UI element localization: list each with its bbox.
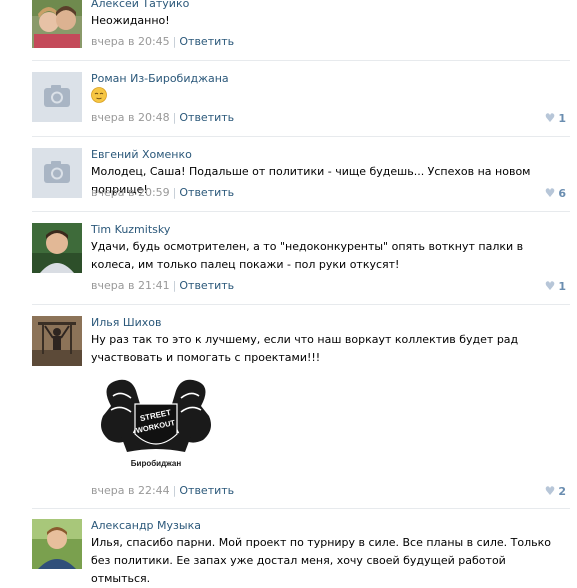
comment-time[interactable]: вчера в 20:48 xyxy=(91,111,170,124)
divider xyxy=(32,60,570,61)
comment-author[interactable]: Tim Kuzmitsky xyxy=(91,223,170,236)
logo-caption: Биробиджан xyxy=(131,459,182,468)
like-count: 6 xyxy=(558,187,566,200)
comment-meta: вчера в 21:41 | Ответить xyxy=(91,279,235,292)
heart-icon: ♥ xyxy=(544,484,556,498)
comment-meta: вчера в 20:45 | Ответить xyxy=(91,35,235,48)
reply-link[interactable]: Ответить xyxy=(179,35,234,48)
like-count: 2 xyxy=(558,485,566,498)
like-button[interactable]: ♥ 2 xyxy=(545,484,566,498)
avatar[interactable] xyxy=(32,0,82,48)
relieved-face-emoji xyxy=(91,87,107,103)
reply-link[interactable]: Ответить xyxy=(179,279,234,292)
camera-placeholder-icon[interactable] xyxy=(32,148,82,198)
divider xyxy=(32,136,570,137)
comment-meta: вчера в 20:59 | Ответить xyxy=(91,186,235,199)
comment-time[interactable]: вчера в 20:59 xyxy=(91,186,170,199)
comment-time[interactable]: вчера в 20:45 xyxy=(91,35,170,48)
reply-link[interactable]: Ответить xyxy=(179,186,234,199)
comment-item: Алексей Татуйко Неожиданно! вчера в 20:4… xyxy=(0,0,577,63)
comment-time[interactable]: вчера в 21:41 xyxy=(91,279,170,292)
comment-text: Илья, спасибо парни. Мой проект по турни… xyxy=(91,536,551,585)
divider xyxy=(32,211,570,212)
comment-author[interactable]: Роман Из-Биробиджана xyxy=(91,72,229,85)
like-button[interactable]: ♥ 1 xyxy=(545,111,566,125)
street-workout-logo[interactable]: STREET WORKOUT Биробиджан xyxy=(91,376,221,478)
reply-link[interactable]: Ответить xyxy=(179,111,234,124)
heart-icon: ♥ xyxy=(544,279,556,293)
comment-author[interactable]: Илья Шихов xyxy=(91,316,162,329)
like-button[interactable]: ♥ 6 xyxy=(545,186,566,200)
camera-placeholder-icon[interactable] xyxy=(32,72,82,122)
comment-author[interactable]: Евгений Хоменко xyxy=(91,148,192,161)
divider xyxy=(32,304,570,305)
comment-time[interactable]: вчера в 22:44 xyxy=(91,484,170,497)
comment-text: Неожиданно! xyxy=(91,14,170,27)
comment-meta: вчера в 20:48 | Ответить xyxy=(91,111,235,124)
avatar[interactable] xyxy=(32,316,82,366)
comment-author[interactable]: Александр Музыка xyxy=(91,519,201,532)
like-count: 1 xyxy=(558,112,566,125)
avatar[interactable] xyxy=(32,223,82,273)
divider xyxy=(32,508,570,509)
heart-icon: ♥ xyxy=(544,111,556,125)
comment-author[interactable]: Алексей Татуйко xyxy=(91,0,189,10)
comment-meta: вчера в 22:44 | Ответить xyxy=(91,484,235,497)
heart-icon: ♥ xyxy=(544,186,556,200)
avatar[interactable] xyxy=(32,519,82,569)
comment-text: Удачи, будь осмотрителен, а то "недоконк… xyxy=(91,240,524,271)
like-count: 1 xyxy=(558,280,566,293)
comment-text: Ну раз так то это к лучшему, если что на… xyxy=(91,333,519,364)
reply-link[interactable]: Ответить xyxy=(179,484,234,497)
like-button[interactable]: ♥ 1 xyxy=(545,279,566,293)
comment-text xyxy=(91,87,556,109)
